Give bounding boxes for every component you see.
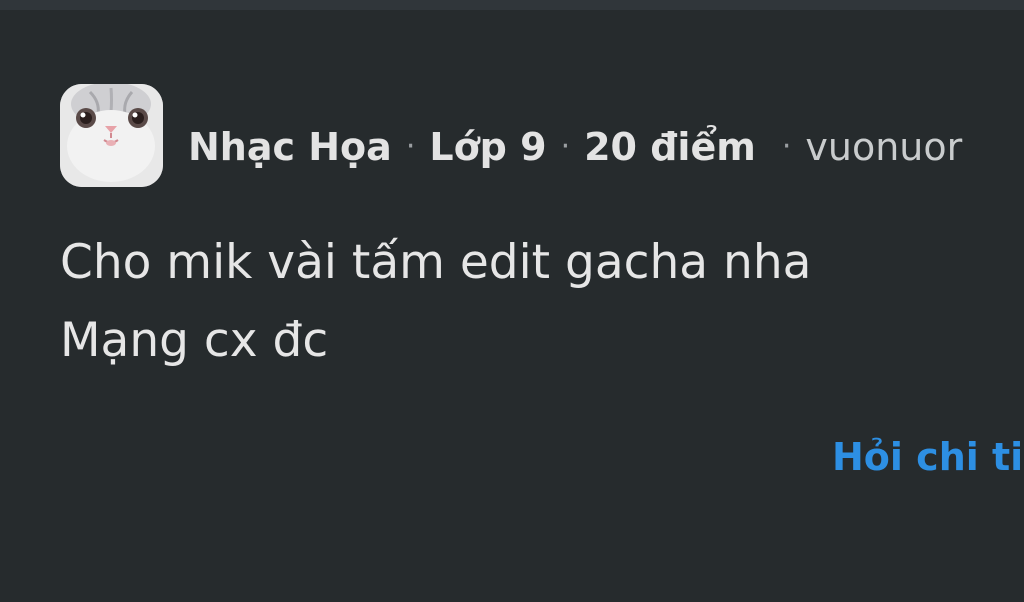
author-meta: Nhạc Họa · Lớp 9 · 20 điểm · vuonuor [188,122,962,172]
question-body: Cho mik vài tấm edit gacha nha Mạng cx đ… [60,224,811,380]
meta-separator: · [781,129,792,164]
author-grade: Lớp 9 [429,125,547,169]
question-points: 20 điểm [584,125,756,169]
ask-details-link[interactable]: Hỏi chi ti [832,432,1023,482]
author-name[interactable]: Nhạc Họa [188,122,392,172]
cat-avatar-icon [60,84,163,187]
question-line: Mạng cx đc [60,313,329,368]
top-bar [0,0,1024,10]
meta-separator: · [560,129,571,164]
meta-separator: · [405,129,416,164]
author-avatar[interactable] [60,84,163,187]
author-handle[interactable]: vuonuor [805,122,962,172]
question-line: Cho mik vài tấm edit gacha nha [60,235,812,290]
question-card: Nhạc Họa · Lớp 9 · 20 điểm · vuonuor Cho… [0,10,1024,602]
